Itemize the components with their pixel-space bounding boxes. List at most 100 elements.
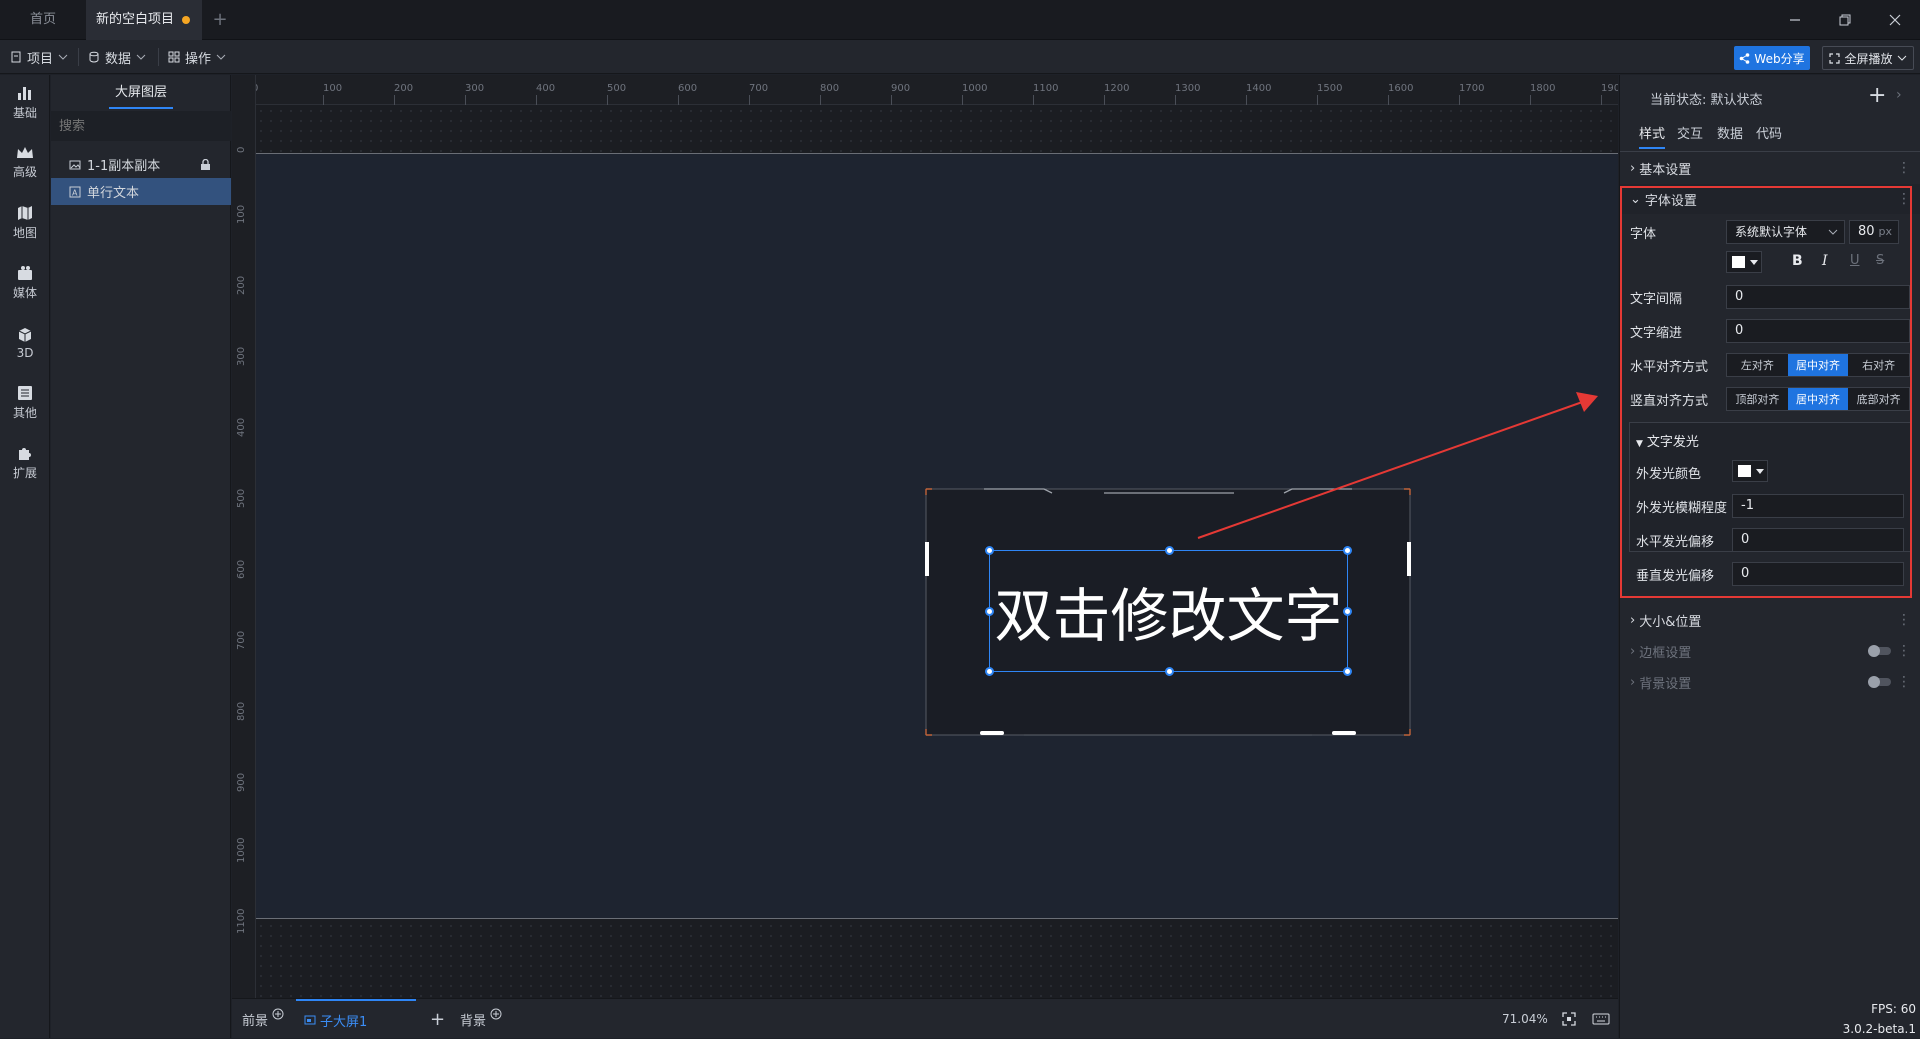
- title-bar: 首页 新的空白项目 +: [0, 0, 1920, 40]
- menu-data[interactable]: 数据: [88, 40, 146, 74]
- section-border-settings[interactable]: › 边框设置 ⋮: [1620, 636, 1920, 666]
- sidebar-item-3d[interactable]: 3D: [0, 315, 50, 371]
- subscreen-label: 子大屏1: [320, 1014, 368, 1030]
- web-share-button[interactable]: Web分享: [1734, 46, 1810, 70]
- ruler-tick-label: 500: [607, 83, 627, 94]
- layer-item-label: 单行文本: [87, 186, 140, 201]
- tab-new-project[interactable]: 新的空白项目: [86, 0, 202, 40]
- ruler-tick-label: 100: [236, 204, 247, 224]
- restore-icon: [1839, 14, 1851, 26]
- resize-handle-nw[interactable]: [985, 546, 994, 555]
- ruler-horizontal[interactable]: 0100200300400500600700800900100011001200…: [232, 75, 1618, 105]
- close-button[interactable]: [1870, 0, 1920, 40]
- section-basic-settings[interactable]: › 基本设置 ⋮: [1620, 153, 1920, 183]
- sidebar-item-map[interactable]: 地图: [0, 195, 50, 251]
- menu-operate[interactable]: 操作: [168, 40, 226, 74]
- border-toggle[interactable]: [1868, 645, 1891, 657]
- subscreen-tab[interactable]: 子大屏1: [296, 999, 416, 1039]
- menu-project[interactable]: 项目: [10, 40, 68, 74]
- fit-screen-icon: [1562, 1012, 1576, 1026]
- layer-item-label: 1-1副本副本: [87, 159, 161, 174]
- tab-style[interactable]: 样式: [1639, 123, 1666, 149]
- sidebar-item-media[interactable]: 媒体: [0, 255, 50, 311]
- sidebar-item-label: 地图: [12, 226, 37, 240]
- ruler-tick-label: 1900: [1601, 83, 1618, 94]
- chevron-down-icon: [216, 54, 226, 60]
- file-icon: [11, 51, 21, 63]
- puzzle-icon: [19, 448, 31, 460]
- menu-project-label: 项目: [27, 51, 54, 67]
- background-toggle[interactable]: [1868, 676, 1891, 688]
- section-background-settings[interactable]: › 背景设置 ⋮: [1620, 667, 1920, 697]
- ruler-tick-label: 900: [236, 772, 247, 792]
- add-circle-icon: [490, 1008, 502, 1020]
- layer-item[interactable]: 1-1副本副本: [51, 151, 231, 178]
- canvas-margin-bottom: [256, 921, 1618, 998]
- keyboard-shortcuts-button[interactable]: [1592, 999, 1610, 1039]
- ruler-tick-mark: [394, 95, 395, 105]
- background-label: 背景: [460, 1013, 487, 1029]
- web-share-label: Web分享: [1754, 51, 1805, 66]
- zoom-level[interactable]: 71.04%: [1502, 999, 1548, 1039]
- text-component-content[interactable]: 双击修改文字: [990, 551, 1347, 671]
- ruler-tick-label: 600: [678, 83, 698, 94]
- layer-panel-title[interactable]: 大屏图层: [51, 75, 231, 111]
- section-title: 基本设置: [1639, 162, 1692, 178]
- add-state-button[interactable]: +: [1868, 83, 1886, 108]
- layer-item-selected[interactable]: A 单行文本: [51, 178, 231, 205]
- resize-handle-sw[interactable]: [985, 667, 994, 676]
- ruler-tick-mark: [323, 95, 324, 105]
- tab-interaction[interactable]: 交互: [1677, 123, 1703, 149]
- sidebar-item-extension[interactable]: 扩展: [0, 435, 50, 491]
- add-subscreen-button[interactable]: +: [430, 999, 445, 1039]
- ruler-tick-mark: [607, 95, 608, 105]
- add-tab-button[interactable]: +: [208, 0, 232, 40]
- screen-tabs-bar: 前景 子大屏1 + 背景 71.04%: [232, 998, 1618, 1038]
- crown-icon: [17, 147, 33, 158]
- sidebar-item-other[interactable]: 其他: [0, 375, 50, 431]
- layer-panel: 大屏图层 1-1副本副本 A 单行文本: [51, 75, 231, 1038]
- layer-search-input[interactable]: [51, 111, 231, 141]
- resize-handle-n[interactable]: [1165, 546, 1174, 555]
- tab-code[interactable]: 代码: [1756, 123, 1782, 149]
- fit-screen-button[interactable]: [1562, 999, 1576, 1039]
- grid-icon: [168, 51, 180, 63]
- list-icon: [18, 386, 32, 400]
- media-icon: [18, 266, 32, 280]
- ruler-tick-mark: [465, 95, 466, 105]
- current-state-label: 当前状态: 默认状态: [1650, 93, 1763, 108]
- sidebar-item-label: 扩展: [12, 466, 37, 480]
- fullscreen-icon: [1829, 52, 1841, 64]
- sidebar-item-advanced[interactable]: 高级: [0, 135, 50, 191]
- section-size-position[interactable]: › 大小&位置 ⋮: [1620, 605, 1920, 635]
- ruler-tick-label: 700: [749, 83, 769, 94]
- tab-home[interactable]: 首页: [0, 0, 86, 40]
- tab-data[interactable]: 数据: [1717, 123, 1743, 149]
- more-icon: ⋮: [1897, 160, 1911, 176]
- resize-handle-e[interactable]: [1343, 607, 1352, 616]
- ruler-tick-label: 1100: [236, 908, 247, 934]
- chevron-right-icon[interactable]: ›: [1896, 87, 1902, 103]
- ruler-tick-label: 1500: [1317, 83, 1343, 94]
- restore-button[interactable]: [1820, 0, 1870, 40]
- resize-handle-w[interactable]: [985, 607, 994, 616]
- section-title: 边框设置: [1639, 645, 1692, 661]
- version-label: 3.0.2-beta.1: [1842, 1022, 1916, 1036]
- canvas-margin-top: [256, 106, 1618, 152]
- ruler-tick-label: 1700: [1459, 83, 1485, 94]
- ruler-vertical[interactable]: 0 100 200 300 400 500 600 700 800 900 1000 1100: [232, 75, 256, 998]
- sidebar-item-label: 高级: [12, 165, 37, 179]
- annotation-highlight-box: [1620, 186, 1912, 598]
- background-tab[interactable]: 背景: [460, 999, 502, 1039]
- ruler-tick-mark: [536, 95, 537, 105]
- resize-handle-s[interactable]: [1165, 667, 1174, 676]
- foreground-tab[interactable]: 前景: [242, 999, 284, 1039]
- minimize-icon: [1790, 19, 1800, 21]
- sidebar-item-label: 基础: [12, 106, 37, 120]
- section-title: 大小&位置: [1639, 614, 1702, 630]
- minimize-button[interactable]: [1770, 0, 1820, 40]
- resize-handle-se[interactable]: [1343, 667, 1352, 676]
- sidebar-item-basic[interactable]: 基础: [0, 75, 50, 131]
- text-component-selected[interactable]: 双击修改文字: [985, 546, 1352, 676]
- fullscreen-play-button[interactable]: 全屏播放: [1822, 46, 1914, 70]
